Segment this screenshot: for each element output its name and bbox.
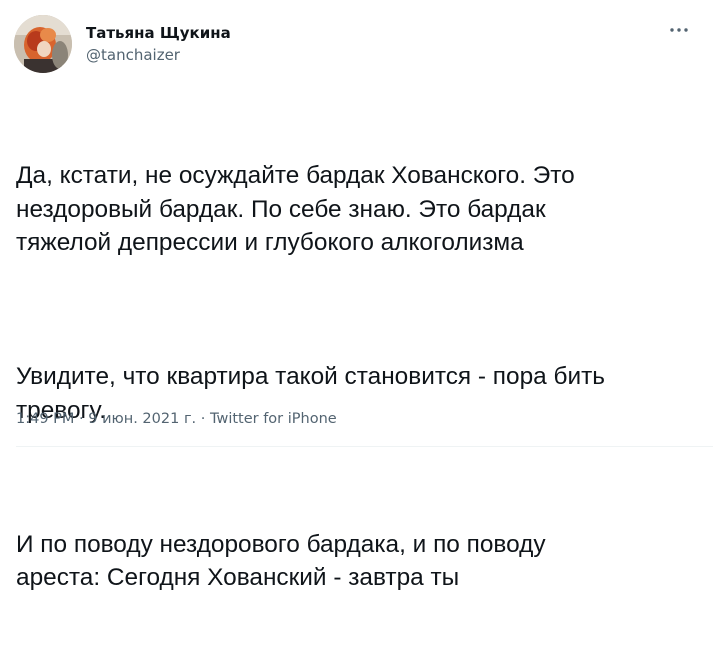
tweet-header: Татьяна Щукина @tanchaizer [14,14,231,74]
more-options-button[interactable] [667,20,691,40]
author-handle[interactable]: @tanchaizer [86,45,231,65]
tweet-date[interactable]: 9 июн. 2021 г. [88,411,196,427]
tweet-source[interactable]: Twitter for iPhone [210,411,337,427]
tweet-time[interactable]: 1:49 PM [16,411,74,427]
meta-separator: · [196,411,210,427]
author-names: Татьяна Щукина @tanchaizer [86,23,231,65]
tweet-meta: 1:49 PM · 9 июн. 2021 г. · Twitter for i… [16,409,337,429]
tweet-paragraph: Да, кстати, не осуждайте бардак Хованско… [16,162,575,256]
avatar[interactable] [14,15,72,73]
tweet-text: Да, кстати, не осуждайте бардак Хованско… [16,92,706,662]
more-horizontal-icon [670,28,688,32]
tweet-paragraph: И по поводу нездорового бардака, и по по… [16,530,546,592]
author-display-name[interactable]: Татьяна Щукина [86,23,231,43]
meta-separator: · [74,411,89,427]
tweet-card: Татьяна Щукина @tanchaizer Да, кстати, н… [0,0,713,591]
divider [16,446,713,447]
avatar-photo-icon [14,15,72,73]
